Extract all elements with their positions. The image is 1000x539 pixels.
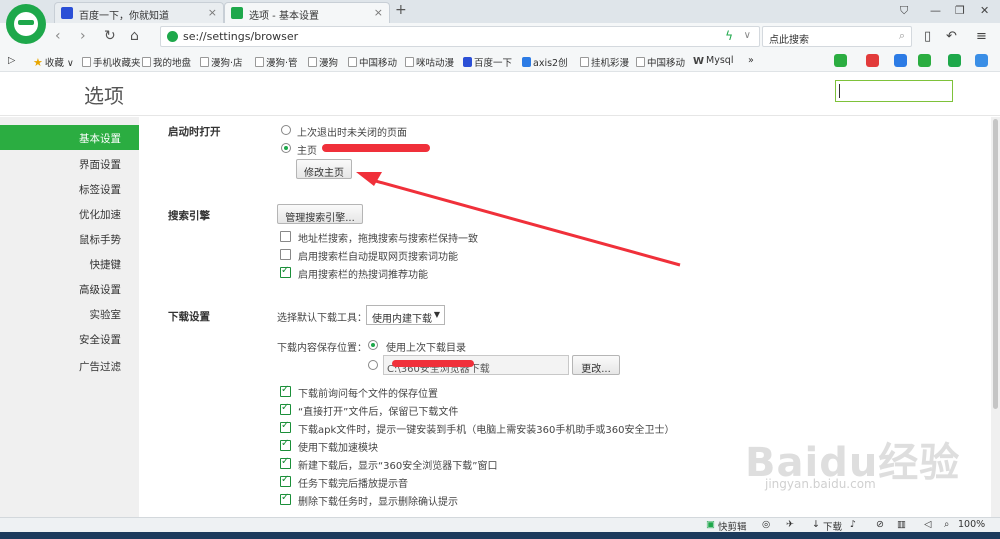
block-icon[interactable]: ⊘	[876, 519, 884, 530]
trash-icon[interactable]: ▥	[897, 519, 906, 530]
download-label[interactable]: 下载	[823, 519, 842, 533]
annotation-arrow	[356, 172, 681, 267]
browser-logo-icon	[6, 4, 46, 44]
quick-clip-icon[interactable]: ▣	[706, 519, 715, 530]
zoom-tool-icon[interactable]: ◎	[762, 519, 770, 530]
pin-icon[interactable]: ✈	[786, 519, 794, 530]
volume-icon[interactable]: ◁	[924, 519, 931, 530]
quick-clip-label[interactable]: 快剪辑	[718, 519, 747, 533]
os-taskbar	[0, 532, 1000, 539]
scrollbar-thumb[interactable]	[993, 119, 998, 409]
sound-icon[interactable]: ♪	[850, 519, 856, 530]
status-bar: ▣ 快剪辑 ◎ ✈ ↓ 下载 ♪ ⊘ ▥ ◁ ⌕ 100%	[0, 517, 1000, 533]
vertical-scrollbar[interactable]	[991, 117, 1000, 517]
download-icon[interactable]: ↓	[812, 519, 820, 530]
zoom-icon[interactable]: ⌕	[944, 519, 949, 530]
zoom-level[interactable]: 100%	[958, 519, 985, 530]
